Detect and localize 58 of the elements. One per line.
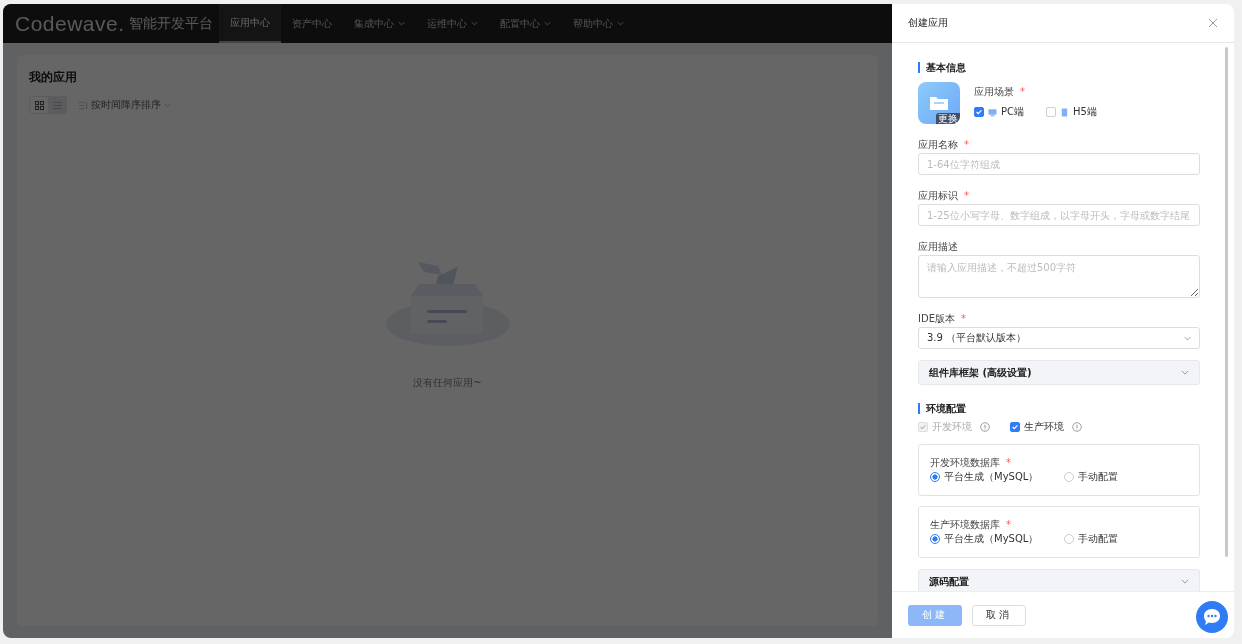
chevron-down-icon <box>1181 370 1189 375</box>
drawer-title: 创建应用 <box>908 16 948 30</box>
logo: Codewave. <box>15 11 125 36</box>
info-icon[interactable] <box>980 422 990 432</box>
source-settings-collapse[interactable]: 源码配置 <box>918 569 1200 591</box>
app-icon[interactable]: 更换 <box>918 82 960 124</box>
chat-bubble-icon <box>1202 607 1222 627</box>
field-label: 应用场景 <box>974 85 1014 99</box>
radio-label: 手动配置 <box>1078 532 1119 546</box>
change-icon-label: 更换 <box>936 113 960 124</box>
sort-icon <box>79 100 88 110</box>
field-label: 生产环境数据库 <box>930 518 1000 532</box>
radio-button[interactable] <box>930 472 940 482</box>
nav-tab[interactable]: 应用中心 <box>218 4 281 43</box>
chevron-down-icon <box>543 21 551 26</box>
radio-label: 手动配置 <box>1078 470 1119 484</box>
field-label: IDE版本 <box>918 312 955 326</box>
chevron-down-icon <box>397 21 405 26</box>
checkbox[interactable] <box>974 107 984 117</box>
field-label: 开发环境数据库 <box>930 456 1000 470</box>
page-title: 我的应用 <box>29 69 78 86</box>
checkbox[interactable] <box>1046 107 1056 117</box>
radio-label: 平台生成（MySQL） <box>944 470 1039 484</box>
checkbox-label: 开发环境 <box>932 420 972 434</box>
advanced-settings-collapse[interactable]: 组件库框架 (高级设置) <box>918 360 1200 385</box>
chat-button[interactable] <box>1196 601 1228 633</box>
chevron-down-icon <box>1181 579 1189 584</box>
chevron-down-icon <box>470 21 478 26</box>
checkbox-label: 生产环境 <box>1024 420 1064 434</box>
monitor-icon <box>988 107 997 117</box>
field-label: 应用名称 <box>918 138 958 152</box>
required-mark: * <box>964 138 969 152</box>
close-icon[interactable] <box>1208 18 1218 28</box>
chevron-down-icon <box>616 21 624 26</box>
grid-view-button[interactable] <box>30 97 48 113</box>
required-mark: * <box>1006 456 1011 470</box>
checkbox[interactable] <box>1010 422 1020 432</box>
checkbox-label: H5端 <box>1073 105 1097 119</box>
grid-icon <box>34 100 44 110</box>
radio-button[interactable] <box>930 534 940 544</box>
chevron-down-icon <box>1184 335 1191 341</box>
section-heading: 环境配置 <box>918 403 1200 414</box>
scrollbar[interactable] <box>1225 47 1228 557</box>
phone-icon <box>1060 107 1069 117</box>
required-mark: * <box>960 312 966 326</box>
version-select[interactable]: 3.9 （平台默认版本） <box>918 327 1200 349</box>
required-mark: * <box>964 189 969 203</box>
field-label: 应用标识 <box>918 189 958 203</box>
folder-icon <box>929 95 949 111</box>
required-mark: * <box>1006 518 1011 532</box>
cancel-button[interactable]: 取消 <box>972 604 1026 626</box>
info-icon[interactable] <box>1072 422 1082 432</box>
checkbox-label: PC端 <box>1001 105 1024 119</box>
section-heading: 基本信息 <box>918 62 1200 73</box>
field-label: 应用描述 <box>918 240 958 254</box>
required-mark: * <box>1020 85 1025 99</box>
radio-label: 平台生成（MySQL） <box>944 532 1039 546</box>
logo-subtitle: 智能开发平台 <box>128 14 213 33</box>
